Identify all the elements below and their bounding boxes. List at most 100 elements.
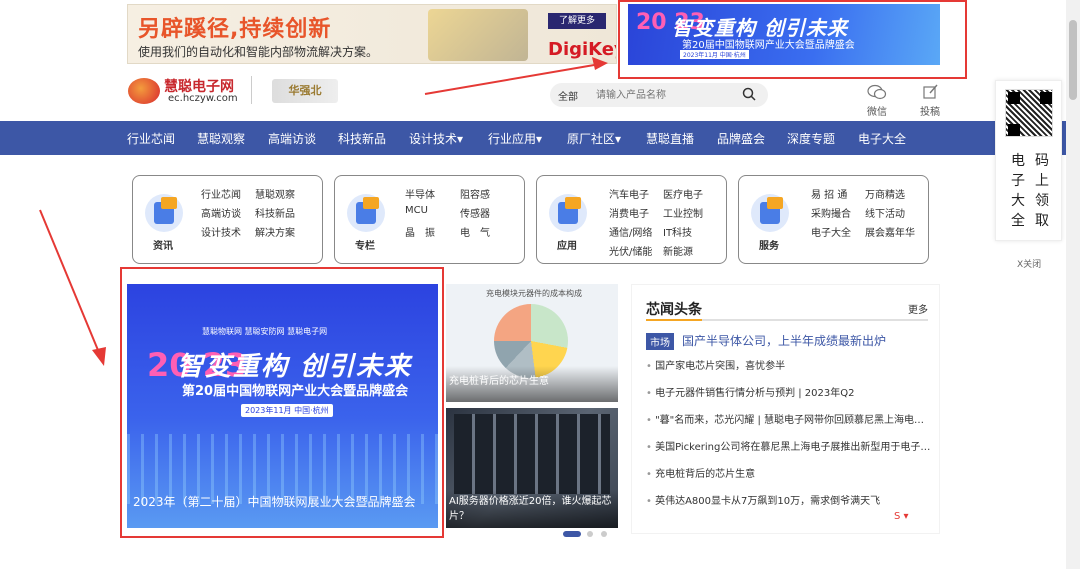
news-heading: 芯闻头条 (646, 302, 702, 318)
carousel-dot[interactable] (601, 531, 607, 537)
nav-item-community[interactable]: 原厂社区▾ (567, 130, 621, 147)
card-link[interactable]: 设计技术 (201, 224, 241, 239)
ad-product-image (428, 9, 528, 61)
thumb-caption[interactable]: 充电桩背后的芯片生意 (446, 366, 618, 402)
category-card-news: 资讯 行业芯闻 慧聪观察 高端访谈 科技新品 设计技术 解决方案 (132, 175, 323, 264)
news-item[interactable]: 电子元器件销售行情分析与预判 | 2023年Q2 (646, 384, 931, 399)
card-link[interactable]: 高端访谈 (201, 205, 241, 220)
thumb-chart-title: 充电模块元器件的成本构成 (486, 289, 582, 298)
logo-url: ec.hczyw.com (168, 93, 238, 104)
thumb-caption[interactable]: AI服务器价格涨近20倍，谁火爆起芯片？ (446, 490, 618, 528)
wechat-label: 微信 (867, 107, 887, 118)
qr-close-button[interactable]: X关闭 (1017, 257, 1041, 270)
wechat-icon (867, 84, 887, 100)
column-icon (347, 194, 385, 232)
card-link[interactable]: 科技新品 (255, 205, 295, 220)
card-link[interactable]: MCU (405, 205, 428, 216)
nav-item-observation[interactable]: 慧聪观察 (197, 130, 245, 147)
wechat-button[interactable]: 微信 (860, 84, 894, 118)
qr-code-image (1005, 89, 1053, 137)
nav-item-design-tech[interactable]: 设计技术▾ (409, 130, 463, 147)
top-ad-banner[interactable]: 另辟蹊径,持续创新 使用我们的自动化和智能内部物流解决方案。 了解更多 Digi… (127, 4, 617, 64)
carousel-dot[interactable] (587, 531, 593, 537)
nav-item-topics[interactable]: 深度专题 (787, 130, 835, 147)
card-link[interactable]: 行业芯闻 (201, 186, 241, 201)
page-scrollbar[interactable] (1066, 0, 1080, 569)
news-underline (646, 319, 928, 321)
submit-article-button[interactable]: 投稿 (913, 84, 947, 118)
card-link[interactable]: 传感器 (460, 205, 490, 220)
card-label: 资讯 (153, 241, 173, 252)
scrollbar-thumb[interactable] (1069, 20, 1077, 100)
carousel-dots[interactable] (563, 531, 613, 539)
card-link[interactable]: 通信/网络 (609, 224, 652, 239)
news-item[interactable]: 英伟达A800显卡从7万飙到10万，需求倒爷满天飞 (646, 492, 931, 507)
qr-code-panel[interactable]: 电码 子上 大领 全取 (995, 80, 1062, 241)
news-more-link[interactable]: 更多 (908, 301, 928, 316)
nav-item-new-products[interactable]: 科技新品 (338, 130, 386, 147)
ad-more-button[interactable]: 了解更多 (548, 13, 606, 29)
news-item[interactable]: 充电桩背后的芯片生意 (646, 465, 931, 480)
card-link[interactable]: 电子大全 (811, 224, 851, 239)
input-method-icon[interactable]: S ▾ (894, 511, 922, 525)
card-link[interactable]: 慧聪观察 (255, 186, 295, 201)
conference-ad-banner[interactable]: 20 23 智变重构 创引未来 第20届中国物联网产业大会暨品牌盛会 2023年… (628, 4, 940, 65)
card-link[interactable]: 解决方案 (255, 224, 295, 239)
article-thumb-ai-server[interactable]: AI服务器价格涨近20倍，谁火爆起芯片？ (446, 408, 618, 528)
nav-item-interviews[interactable]: 高端访谈 (268, 130, 316, 147)
hero-date: 2023年11月 中国·杭州 (241, 404, 333, 417)
card-link[interactable]: 半导体 (405, 186, 435, 201)
card-link[interactable]: IT科技 (663, 224, 692, 239)
card-link[interactable]: 光伏/储能 (609, 243, 652, 258)
nav-item-live[interactable]: 慧聪直播 (646, 130, 694, 147)
card-link[interactable]: 工业控制 (663, 205, 703, 220)
search-bar: 全部 (550, 83, 768, 107)
search-input[interactable] (596, 86, 736, 104)
services-icon (751, 194, 789, 232)
carousel-dot-active[interactable] (563, 531, 581, 537)
news-headlines-panel: 芯闻头条 更多 市场 国产半导体公司，上半年成绩最新出炉 国产家电芯片突围，喜忧… (631, 284, 940, 534)
nav-item-events[interactable]: 品牌盛会 (717, 130, 765, 147)
news-item[interactable]: 美国Pickering公司将在慕尼黑上海电子展推出新型用于电子测… (646, 438, 931, 453)
card-label: 应用 (557, 241, 577, 252)
card-link[interactable]: 万商精选 (865, 186, 905, 201)
news-item[interactable]: "暮"名而来，芯光闪耀 | 慧聪电子网带你回顾慕尼黑上海电子… (646, 411, 931, 426)
logo-icon (128, 78, 160, 104)
card-link[interactable]: 晶 振 (405, 224, 435, 239)
card-label: 服务 (759, 241, 779, 252)
card-link[interactable]: 消费电子 (609, 205, 649, 220)
hero-caption[interactable]: 2023年（第二十届）中国物联网展业大会暨品牌盛会 (133, 493, 416, 510)
ad-subline: 使用我们的自动化和智能内部物流解决方案。 (138, 45, 379, 59)
header-divider (251, 76, 252, 104)
card-label: 专栏 (355, 241, 375, 252)
card-link[interactable]: 展会嘉年华 (865, 224, 915, 239)
ad-subtitle: 第20届中国物联网产业大会暨品牌盛会 (682, 40, 855, 51)
card-link[interactable]: 电 气 (460, 224, 490, 239)
card-link[interactable]: 线下活动 (865, 205, 905, 220)
hero-title: 智变重构 创引未来 (177, 352, 413, 382)
card-link[interactable]: 采购撮合 (811, 205, 851, 220)
category-card-services: 服务 易 招 通 万商精选 采购撮合 线下活动 电子大全 展会嘉年华 (738, 175, 929, 264)
qr-caption: 电码 子上 大领 全取 (1011, 153, 1049, 229)
search-scope-select[interactable]: 全部 (558, 88, 578, 103)
card-link[interactable]: 汽车电子 (609, 186, 649, 201)
hero-banner[interactable]: 慧聪物联网 慧聪安防网 慧聪电子网 20 23 智变重构 创引未来 第20届中国… (127, 284, 438, 528)
nav-item-encyclopedia[interactable]: 电子大全 (858, 130, 906, 147)
news-item[interactable]: 国产家电芯片突围，喜忧参半 (646, 357, 931, 372)
card-link[interactable]: 新能源 (663, 243, 693, 258)
news-icon (145, 194, 183, 232)
card-link[interactable]: 阻容感 (460, 186, 490, 201)
applications-icon (549, 194, 587, 232)
article-thumb-charging[interactable]: 充电模块元器件的成本构成 充电桩背后的芯片生意 (446, 284, 618, 402)
hero-subtitle: 第20届中国物联网产业大会暨品牌盛会 (182, 384, 409, 399)
submit-label: 投稿 (920, 107, 940, 118)
card-link[interactable]: 易 招 通 (811, 186, 847, 201)
card-link[interactable]: 医疗电子 (663, 186, 703, 201)
news-top-headline[interactable]: 国产半导体公司，上半年成绩最新出炉 (682, 332, 886, 349)
nav-item-industry-news[interactable]: 行业芯闻 (127, 130, 175, 147)
nav-item-applications[interactable]: 行业应用▾ (488, 130, 542, 147)
search-icon[interactable] (742, 87, 756, 101)
site-logo[interactable]: 慧聪电子网 ec.hczyw.com (128, 76, 240, 106)
partner-badge[interactable]: 华强北 (272, 79, 338, 103)
ad-brand-logo: DigiKey (548, 39, 616, 60)
